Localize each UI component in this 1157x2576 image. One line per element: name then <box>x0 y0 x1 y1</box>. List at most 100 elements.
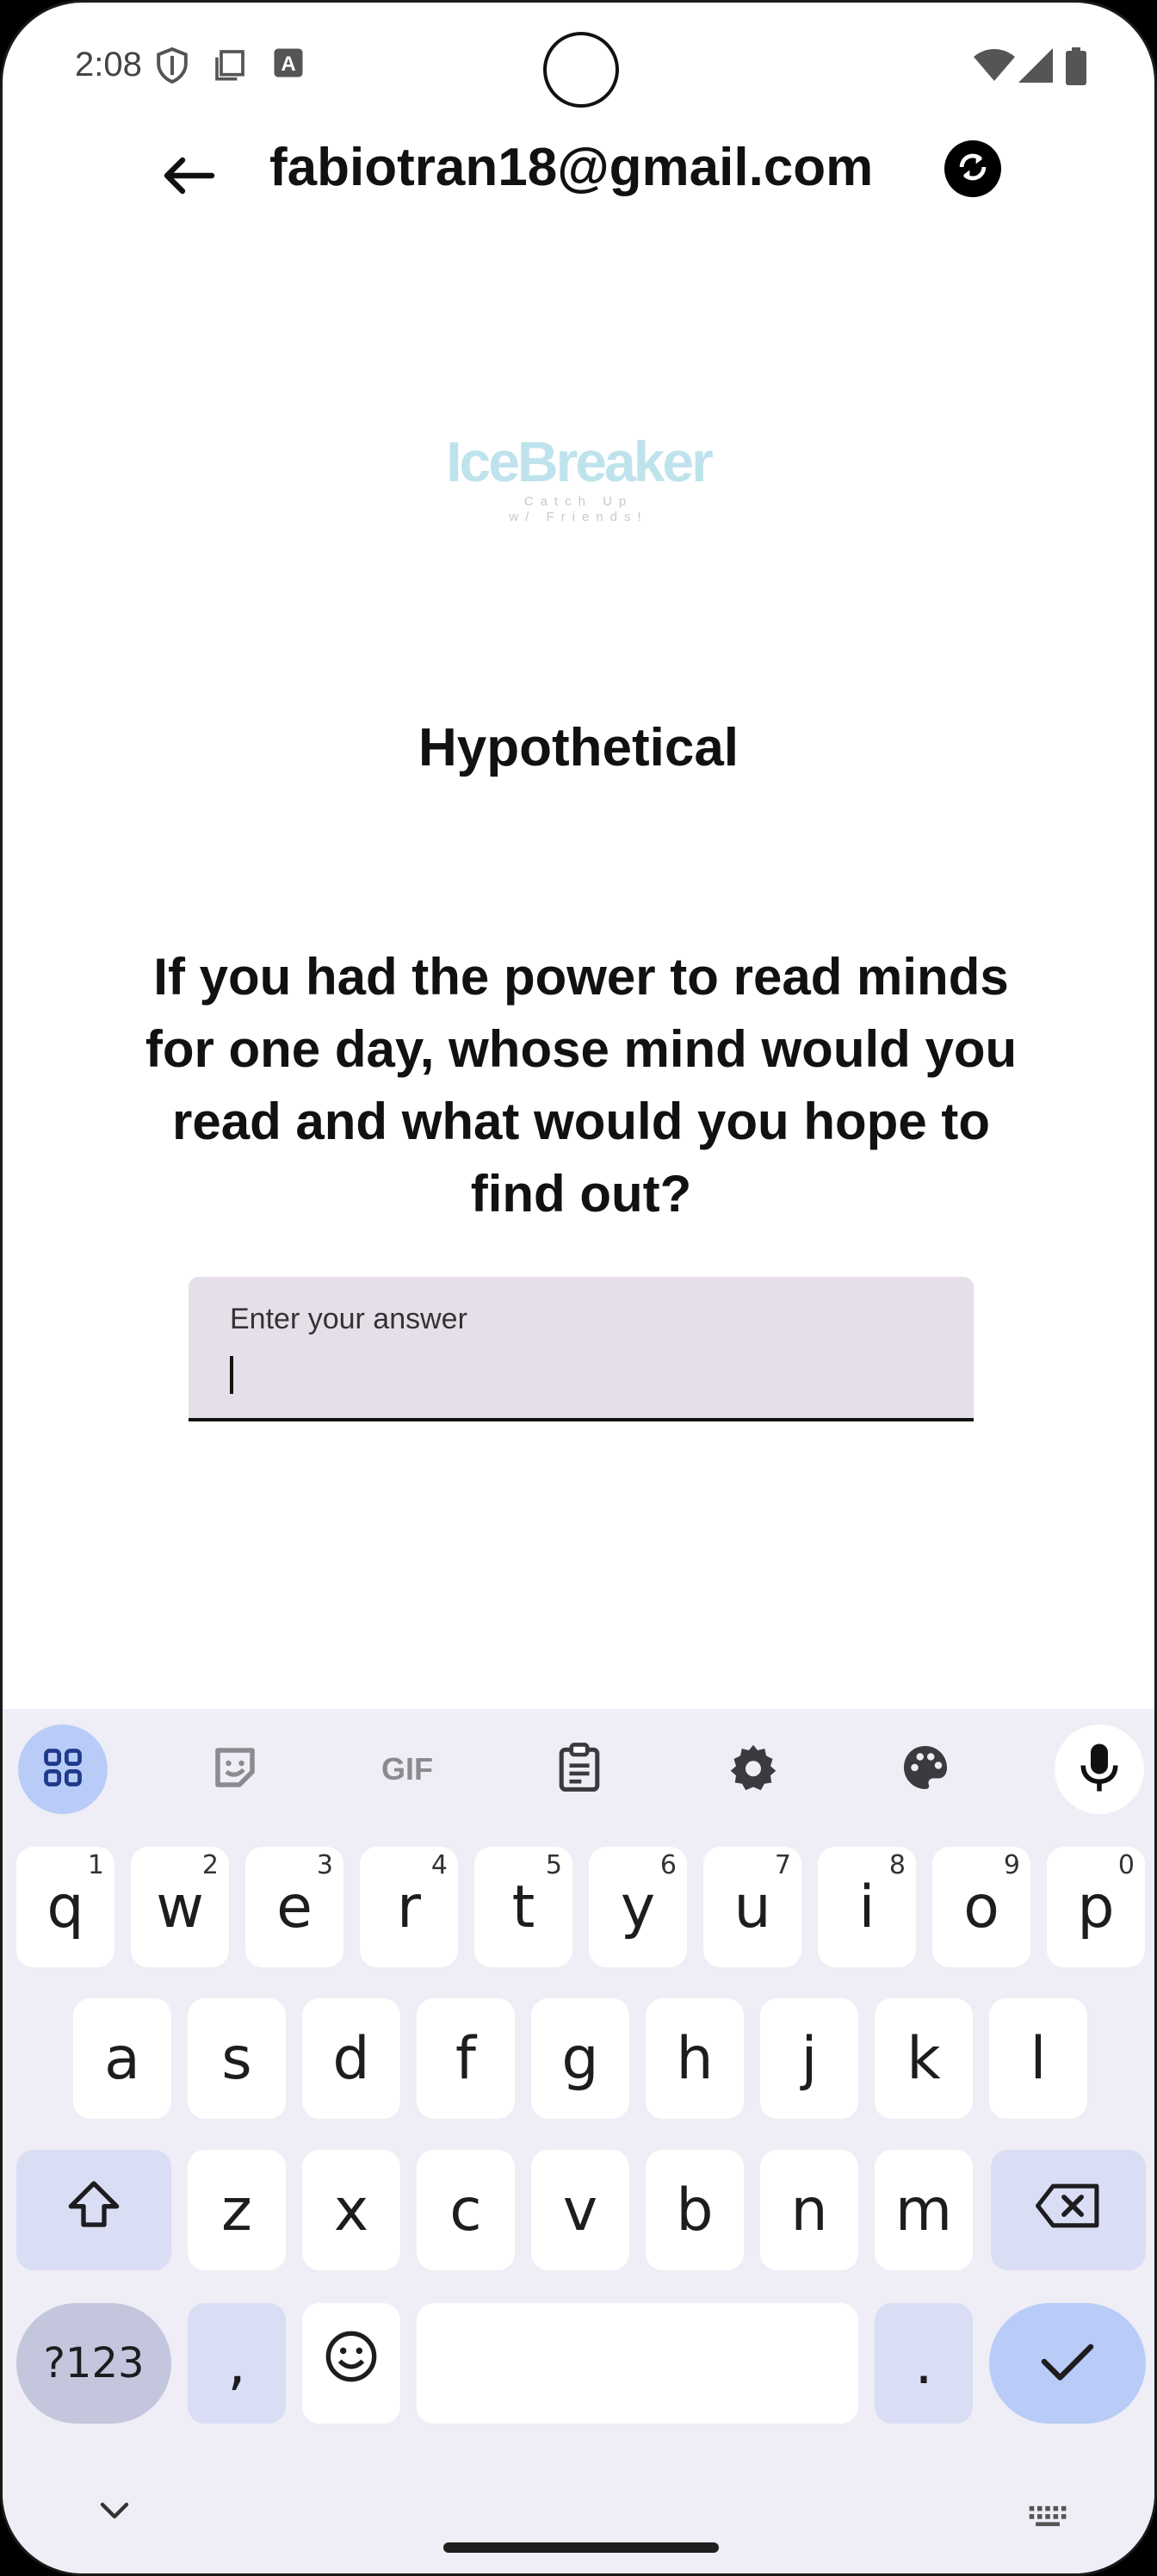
shield-icon <box>156 46 189 88</box>
key-q[interactable]: q1 <box>16 1847 114 1967</box>
key-label: c <box>449 2176 482 2245</box>
answer-input-label: Enter your answer <box>230 1303 467 1335</box>
key-hint: 6 <box>659 1850 677 1880</box>
key-label: g <box>561 2024 599 2093</box>
key-k[interactable]: k <box>875 1998 973 2119</box>
key-label: r <box>397 1873 421 1941</box>
key-y[interactable]: y6 <box>589 1847 687 1967</box>
key-t[interactable]: t5 <box>474 1847 572 1967</box>
key-d[interactable]: d <box>302 1998 400 2119</box>
key-a[interactable]: a <box>73 1998 171 2119</box>
clipboard-icon <box>555 1742 603 1798</box>
key-label: m <box>894 2176 953 2245</box>
key-hint: 9 <box>1003 1850 1020 1880</box>
key-label: f <box>455 2024 476 2093</box>
key-f[interactable]: f <box>417 1998 515 2119</box>
key-r[interactable]: r4 <box>360 1847 458 1967</box>
key-b[interactable]: b <box>646 2150 744 2270</box>
comma-key[interactable]: , <box>188 2303 286 2424</box>
refresh-icon <box>954 148 992 190</box>
signal-icon <box>1018 47 1053 88</box>
key-label: h <box>676 2024 714 2093</box>
apps-icon <box>40 1745 85 1794</box>
key-o[interactable]: o9 <box>932 1847 1030 1967</box>
key-z[interactable]: z <box>188 2150 286 2270</box>
page-title: fabiotran18@gmail.com <box>269 138 874 197</box>
period-key[interactable]: . <box>875 2303 973 2424</box>
key-label: v <box>562 2176 598 2245</box>
key-label: a <box>104 2024 140 2093</box>
voice-input-button[interactable] <box>1055 1725 1144 1814</box>
keyboard-icon[interactable] <box>1027 2505 1070 2531</box>
key-hint: 4 <box>430 1850 448 1880</box>
space-key[interactable] <box>417 2303 858 2424</box>
key-v[interactable]: v <box>531 2150 629 2270</box>
key-s[interactable]: s <box>188 1998 286 2119</box>
key-hint: 1 <box>87 1850 104 1880</box>
mic-icon <box>1077 1742 1122 1798</box>
backspace-icon <box>1036 2177 1101 2245</box>
key-label: p <box>1077 1873 1115 1941</box>
key-label: . <box>914 2329 933 2398</box>
key-j[interactable]: j <box>760 1998 858 2119</box>
key-label: i <box>858 1873 875 1941</box>
key-x[interactable]: x <box>302 2150 400 2270</box>
key-g[interactable]: g <box>531 1998 629 2119</box>
question-category: Hypothetical <box>418 718 739 777</box>
shift-key[interactable] <box>16 2150 171 2270</box>
gif-label: GIF <box>381 1751 433 1786</box>
key-hint: 0 <box>1117 1850 1135 1880</box>
apps-button[interactable] <box>18 1725 108 1814</box>
clipboard-button[interactable] <box>535 1725 624 1814</box>
home-gesture-handle[interactable] <box>443 2542 719 2553</box>
key-label: t <box>511 1873 535 1941</box>
key-p[interactable]: p0 <box>1047 1847 1145 1967</box>
answer-input[interactable]: Enter your answer <box>189 1277 974 1421</box>
key-label: , <box>227 2329 246 2398</box>
key-e[interactable]: e3 <box>245 1847 343 1967</box>
font-icon: A <box>273 47 304 83</box>
settings-button[interactable] <box>708 1725 798 1814</box>
gif-button[interactable]: GIF <box>362 1725 452 1814</box>
key-label: ?123 <box>43 2339 145 2387</box>
symbols-key[interactable]: ?123 <box>16 2303 171 2424</box>
key-l[interactable]: l <box>989 1998 1087 2119</box>
logo-name: IceBreaker <box>446 430 714 493</box>
arrow-left-icon <box>160 155 215 201</box>
key-label: j <box>801 2024 818 2093</box>
back-button[interactable] <box>149 139 226 216</box>
key-label: d <box>332 2024 370 2093</box>
chevron-down-icon[interactable] <box>97 2499 132 2528</box>
key-h[interactable]: h <box>646 1998 744 2119</box>
key-label: e <box>276 1873 312 1941</box>
key-hint: 7 <box>774 1850 791 1880</box>
key-i[interactable]: i8 <box>818 1847 916 1967</box>
key-n[interactable]: n <box>760 2150 858 2270</box>
key-label: z <box>221 2176 252 2245</box>
phone-screen: 2:08 A fabiotran18@gmail.com IceBreaker … <box>0 0 1157 2576</box>
key-u[interactable]: u7 <box>703 1847 801 1967</box>
sticker-button[interactable] <box>190 1725 280 1814</box>
key-label: o <box>963 1873 999 1941</box>
battery-icon <box>1065 47 1087 90</box>
key-hint: 2 <box>201 1850 219 1880</box>
emoji-key[interactable] <box>302 2303 400 2424</box>
backspace-key[interactable] <box>991 2150 1146 2270</box>
key-hint: 3 <box>316 1850 333 1880</box>
key-c[interactable]: c <box>417 2150 515 2270</box>
key-label: b <box>676 2176 714 2245</box>
refresh-button[interactable] <box>944 140 1001 197</box>
wifi-icon <box>974 47 1015 88</box>
key-w[interactable]: w2 <box>131 1847 229 1967</box>
logo-tagline-2: w/ Friends! <box>509 510 648 524</box>
enter-key[interactable] <box>989 2303 1146 2424</box>
key-hint: 5 <box>545 1850 562 1880</box>
theme-button[interactable] <box>881 1725 970 1814</box>
key-label: k <box>906 2024 941 2093</box>
key-m[interactable]: m <box>875 2150 973 2270</box>
key-label: n <box>790 2176 828 2245</box>
key-label: s <box>221 2024 252 2093</box>
status-time: 2:08 <box>75 46 142 84</box>
key-label: u <box>733 1873 771 1941</box>
keyboard-toolbar: GIF <box>3 1709 1154 1814</box>
